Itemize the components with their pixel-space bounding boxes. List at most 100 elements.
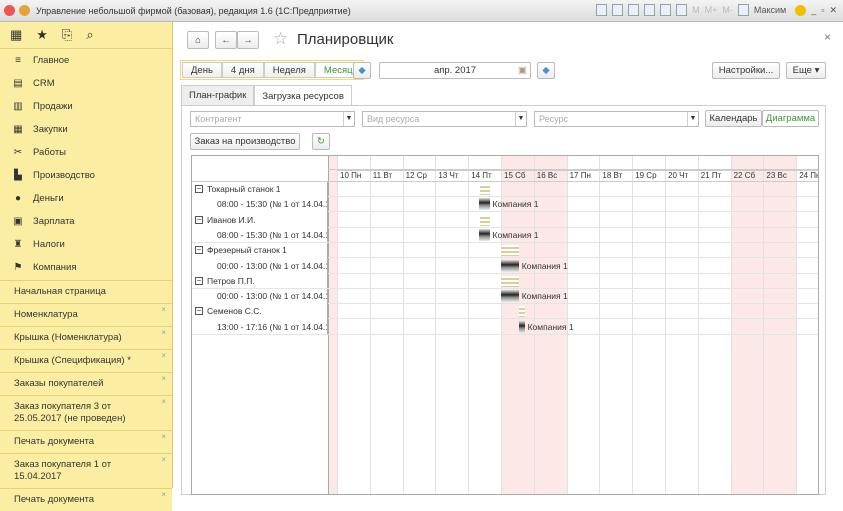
period-week[interactable]: Неделя (263, 62, 315, 78)
row-label: 13:00 - 17:16 (№ 1 от 14.04.17) (217, 321, 328, 332)
open-window-label: Номенклатура (14, 309, 78, 320)
chevron-down-icon[interactable]: ▼ (515, 112, 526, 126)
calendar-icon[interactable] (676, 4, 688, 16)
resource-row[interactable]: − Иванов И.И. (192, 212, 818, 228)
calendar-pick-icon[interactable]: ▣ (518, 65, 527, 76)
close-icon[interactable]: × (161, 396, 166, 408)
close-icon[interactable]: × (161, 431, 166, 443)
close-icon[interactable]: × (161, 373, 166, 385)
back-button[interactable]: ← (215, 31, 237, 49)
production-order-button[interactable]: Заказ на производство (190, 133, 300, 150)
period-field[interactable]: апр. 2017 ▣ (379, 62, 531, 79)
memory-m[interactable]: M (692, 5, 700, 15)
sidebar-item-9[interactable]: ⚑ Компания (0, 256, 172, 279)
open-window-item[interactable]: Заказы покупателей × (0, 372, 172, 395)
row-label: 00:00 - 13:00 (№ 1 от 14.04.17) (217, 291, 328, 302)
sidebar-item-7[interactable]: ▣ Зарплата (0, 210, 172, 233)
open-window-item[interactable]: Крышка (Спецификация) * × (0, 349, 172, 372)
memory-m-plus[interactable]: M+ (705, 5, 718, 15)
window-title: Управление небольшой фирмой (базовая), р… (36, 5, 351, 16)
gantt-bar[interactable] (518, 320, 525, 333)
period-day[interactable]: День (182, 62, 222, 78)
close-icon[interactable]: × (161, 454, 166, 466)
restore-button[interactable]: ▫ (821, 5, 824, 15)
counterparty-input[interactable]: Контрагент ▼ (190, 111, 355, 127)
home-button[interactable]: ⌂ (187, 31, 209, 49)
open-window-item[interactable]: Крышка (Номенклатура) × (0, 326, 172, 349)
chevron-down-icon[interactable]: ▼ (343, 112, 354, 126)
sidebar: ▦ ★ ⎘ ⌕ ≡ Главное ▤ CRM ▥ Продажи ▦ Закупки ✂ Раб… (0, 22, 173, 511)
sidebar-item-3[interactable]: ▦ Закупки (0, 118, 172, 141)
sidebar-item-8[interactable]: ♜ Налоги (0, 233, 172, 256)
sidebar-item-6[interactable]: ● Деньги (0, 187, 172, 210)
panel-icon[interactable] (737, 4, 749, 16)
print-icon[interactable] (612, 4, 624, 16)
apps-grid-icon[interactable]: ▦ (10, 27, 22, 43)
favorite-star-icon[interactable]: ☆ (273, 29, 288, 49)
close-icon[interactable]: × (161, 489, 166, 501)
order-row[interactable]: 08:00 - 15:30 (№ 1 от 14.04.17) Компания … (192, 196, 818, 213)
collapse-icon[interactable]: − (195, 246, 203, 255)
open-window-item[interactable]: Печать документа × (0, 488, 172, 511)
minimize-button[interactable]: _ (811, 5, 816, 15)
tab-plan-schedule[interactable]: План-график (181, 85, 255, 105)
diagram-view-button[interactable]: Диаграмма (762, 110, 819, 127)
collapse-icon[interactable]: − (195, 185, 203, 193)
calendar-view-button[interactable]: Календарь (705, 110, 762, 127)
order-row[interactable]: 00:00 - 13:00 (№ 1 от 14.04.17) Компания … (192, 288, 818, 305)
open-window-item[interactable]: Номенклатура × (0, 303, 172, 326)
info-icon[interactable] (795, 4, 807, 16)
bar-label: Компания 1 (521, 260, 568, 271)
collapse-icon[interactable]: − (195, 307, 203, 316)
sidebar-item-2[interactable]: ▥ Продажи (0, 95, 172, 118)
history-icon[interactable]: ⎘ (62, 27, 72, 43)
open-window-item[interactable]: Заказ покупателя 3 от 25.05.2017 (не про… (0, 395, 172, 430)
more-button[interactable]: Еще ▾ (786, 62, 826, 79)
close-window-button[interactable]: ✕ (829, 5, 837, 16)
menu-button[interactable] (19, 5, 30, 16)
chevron-down-icon[interactable]: ▼ (687, 112, 698, 126)
forward-button[interactable]: → (237, 31, 259, 49)
close-form-button[interactable]: × (824, 30, 831, 44)
close-icon[interactable]: × (161, 304, 166, 316)
tab-resource-load[interactable]: Загрузка ресурсов (254, 85, 352, 106)
user-name[interactable]: Максим (754, 5, 786, 15)
gantt-bar[interactable] (479, 228, 490, 241)
sidebar-item-4[interactable]: ✂ Работы (0, 141, 172, 164)
next-period-button[interactable]: ◆ (537, 62, 555, 79)
search-icon[interactable]: ⌕ (86, 27, 93, 43)
gantt-bar[interactable] (501, 259, 519, 272)
open-window-item[interactable]: Начальная страница (0, 280, 172, 303)
close-icon[interactable]: × (161, 327, 166, 339)
gantt-bar[interactable] (501, 290, 519, 303)
save-icon[interactable] (596, 4, 608, 16)
collapse-icon[interactable]: − (195, 215, 203, 224)
order-row[interactable]: 13:00 - 17:16 (№ 1 от 14.04.17) Компания … (192, 319, 818, 335)
close-icon[interactable]: × (161, 350, 166, 362)
refresh-icon[interactable]: ↻ (312, 133, 330, 150)
collapse-icon[interactable]: − (195, 276, 203, 285)
order-row[interactable]: 00:00 - 13:00 (№ 1 от 14.04.17) Компания … (192, 258, 818, 274)
prev-period-button[interactable]: ◆ (353, 62, 371, 79)
sidebar-item-0[interactable]: ≡ Главное (0, 49, 172, 72)
sidebar-item-1[interactable]: ▤ CRM (0, 72, 172, 95)
settings-button[interactable]: Настройки... (712, 62, 780, 79)
order-row[interactable]: 08:00 - 15:30 (№ 1 от 14.04.17) Компания … (192, 227, 818, 243)
resource-row[interactable]: − Токарный станок 1 (192, 181, 818, 197)
favorites-icon[interactable] (644, 4, 656, 16)
period-4days[interactable]: 4 дня (221, 62, 264, 78)
resource-row[interactable]: − Петров П.П. (192, 273, 818, 289)
bar-label: Компания 1 (521, 291, 568, 302)
star-icon[interactable]: ★ (36, 27, 48, 43)
sidebar-item-5[interactable]: ▙ Производство (0, 164, 172, 187)
open-window-item[interactable]: Заказ покупателя 1 от 15.04.2017 × (0, 453, 172, 488)
gantt-bar[interactable] (479, 198, 490, 211)
memory-m-minus[interactable]: M- (722, 5, 733, 15)
resource-row[interactable]: − Семенов С.С. (192, 303, 818, 320)
preview-icon[interactable] (628, 4, 640, 16)
open-window-item[interactable]: Печать документа × (0, 430, 172, 453)
resource-kind-input[interactable]: Вид ресурса ▼ (362, 111, 527, 127)
resource-input[interactable]: Ресурс ▼ (534, 111, 699, 127)
calculator-icon[interactable] (660, 4, 672, 16)
resource-row[interactable]: − Фрезерный станок 1 (192, 242, 818, 259)
